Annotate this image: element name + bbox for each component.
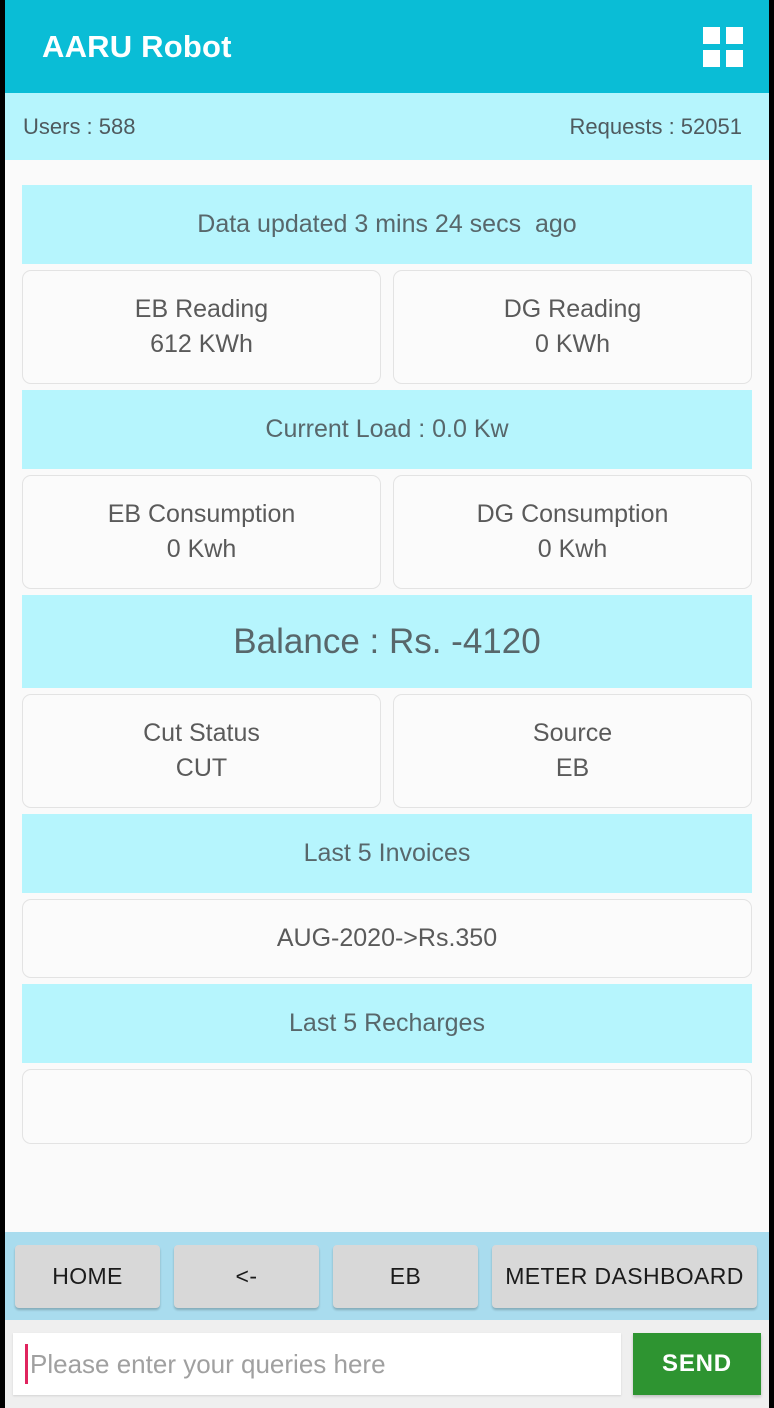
- dg-consumption-value: 0 Kwh: [537, 535, 608, 563]
- consumption-row: EB Consumption 0 Kwh DG Consumption 0 Kw…: [22, 475, 752, 589]
- text-caret-icon: [25, 1344, 28, 1384]
- users-count: Users : 588: [23, 113, 136, 139]
- invoice-item[interactable]: AUG-2020->Rs.350: [22, 899, 752, 978]
- cut-status-value: CUT: [175, 754, 228, 782]
- recharges-banner: Last 5 Recharges: [22, 984, 752, 1063]
- grid-menu-icon[interactable]: [703, 26, 743, 67]
- stats-bar: Users : 588 Requests : 52051: [5, 93, 769, 160]
- invoice-row: AUG-2020->Rs.350: [22, 899, 752, 978]
- eb-reading-card[interactable]: EB Reading 612 KWh: [22, 270, 381, 384]
- invoices-banner-wrap: Last 5 Invoices: [22, 814, 752, 893]
- quick-reply-home[interactable]: HOME: [15, 1244, 160, 1308]
- eb-consumption-card[interactable]: EB Consumption 0 Kwh: [22, 475, 381, 589]
- quick-reply-bar: HOME <- EB METER DASHBOARD: [5, 1232, 769, 1320]
- eb-reading-title: EB Reading: [134, 294, 269, 323]
- dg-consumption-card[interactable]: DG Consumption 0 Kwh: [393, 475, 752, 589]
- source-value: EB: [555, 754, 590, 782]
- eb-consumption-title: EB Consumption: [107, 499, 296, 528]
- dg-reading-value: 0 KWh: [534, 330, 611, 358]
- source-card[interactable]: Source EB: [393, 694, 752, 808]
- reading-row: EB Reading 612 KWh DG Reading 0 KWh: [22, 270, 752, 384]
- balance-banner: Balance : Rs. -4120: [22, 595, 752, 688]
- query-input-wrap[interactable]: [13, 1333, 621, 1395]
- quick-reply-eb[interactable]: EB: [333, 1244, 478, 1308]
- eb-consumption-value: 0 Kwh: [166, 535, 237, 563]
- grid-square-3: [703, 49, 720, 67]
- recharges-banner-wrap: Last 5 Recharges: [22, 984, 752, 1063]
- dg-reading-card[interactable]: DG Reading 0 KWh: [393, 270, 752, 384]
- app-bar: AARU Robot: [5, 0, 769, 93]
- cut-status-title: Cut Status: [143, 718, 260, 747]
- grid-square-2: [726, 26, 743, 44]
- app-title: AARU Robot: [42, 28, 232, 64]
- grid-square-1: [703, 26, 720, 44]
- requests-count: Requests : 52051: [569, 113, 742, 139]
- quick-reply-meter-dashboard[interactable]: METER DASHBOARD: [492, 1244, 757, 1308]
- grid-square-4: [726, 49, 743, 67]
- updated-banner-wrap: Data updated 3 mins 24 secs ago: [22, 185, 752, 264]
- recharge-row: [22, 1069, 752, 1144]
- quick-reply-back[interactable]: <-: [174, 1244, 319, 1308]
- current-load-banner: Current Load : 0.0 Kw: [22, 390, 752, 469]
- app-root: AARU Robot Users : 588 Requests : 52051 …: [0, 0, 774, 1408]
- status-row: Cut Status CUT Source EB: [22, 694, 752, 808]
- dashboard-content: Data updated 3 mins 24 secs ago EB Readi…: [5, 160, 769, 1232]
- dg-consumption-title: DG Consumption: [476, 499, 669, 528]
- eb-reading-value: 612 KWh: [150, 330, 253, 358]
- send-button[interactable]: SEND: [633, 1333, 761, 1395]
- current-load-wrap: Current Load : 0.0 Kw: [22, 390, 752, 469]
- message-composer: SEND: [5, 1320, 769, 1408]
- data-updated-banner: Data updated 3 mins 24 secs ago: [22, 185, 752, 264]
- source-title: Source: [532, 718, 613, 747]
- cut-status-card[interactable]: Cut Status CUT: [22, 694, 381, 808]
- query-input[interactable]: [13, 1333, 621, 1395]
- balance-wrap: Balance : Rs. -4120: [22, 595, 752, 688]
- dg-reading-title: DG Reading: [503, 294, 642, 323]
- recharge-item[interactable]: [22, 1069, 752, 1144]
- invoices-banner: Last 5 Invoices: [22, 814, 752, 893]
